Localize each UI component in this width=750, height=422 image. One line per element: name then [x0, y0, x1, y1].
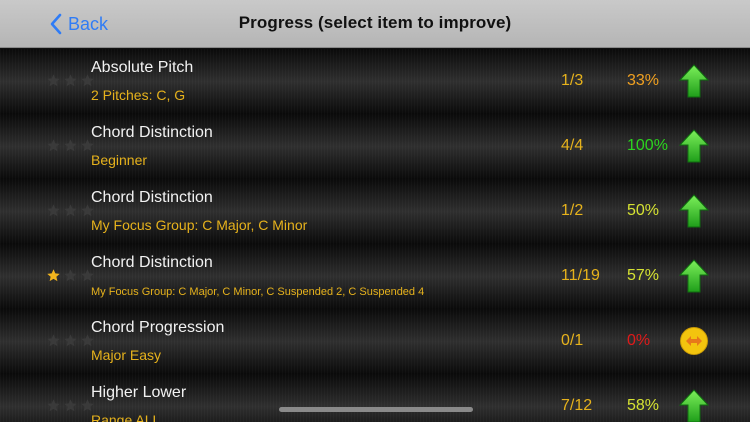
- exercise-detail: Beginner: [91, 152, 148, 168]
- exercise-name: Chord Distinction: [91, 189, 213, 206]
- star-empty-icon: [47, 399, 60, 412]
- arrow-up-icon[interactable]: [679, 259, 709, 293]
- star-empty-icon: [64, 334, 77, 347]
- score-count: 11/19: [561, 267, 600, 284]
- star-empty-icon: [47, 74, 60, 87]
- page-title: Progress (select item to improve): [238, 13, 512, 32]
- score-percent: 33%: [627, 72, 660, 89]
- star-filled-icon: [47, 269, 60, 282]
- arrow-up-icon[interactable]: [679, 64, 709, 98]
- exercise-detail: My Focus Group: C Major, C Minor: [91, 217, 308, 233]
- star-empty-icon: [64, 139, 77, 152]
- star-empty-icon: [64, 399, 77, 412]
- star-rating: [46, 333, 95, 349]
- star-empty-icon: [64, 74, 77, 87]
- star-rating: [46, 138, 95, 154]
- progress-row[interactable]: Chord Progression Major Easy 0/1 0%: [0, 309, 750, 374]
- star-empty-icon: [64, 204, 77, 217]
- star-empty-icon: [47, 139, 60, 152]
- star-rating: [46, 203, 95, 219]
- exercise-name: Higher Lower: [91, 384, 187, 401]
- home-indicator[interactable]: [279, 407, 473, 412]
- score-count: 0/1: [561, 332, 584, 349]
- exercise-detail: 2 Pitches: C, G: [91, 87, 186, 103]
- progress-row[interactable]: Higher Lower Range ALL 7/12 58%: [0, 374, 750, 422]
- star-rating: [46, 268, 95, 284]
- progress-row[interactable]: Chord Distinction Beginner 4/4 100%: [0, 114, 750, 179]
- score-percent: 58%: [627, 397, 660, 414]
- score-count: 1/2: [561, 202, 584, 219]
- star-empty-icon: [47, 334, 60, 347]
- exercise-detail: My Focus Group: C Major, C Minor, C Susp…: [91, 286, 425, 298]
- score-count: 1/3: [561, 72, 584, 89]
- navigation-bar: Back Progress (select item to improve): [0, 0, 750, 48]
- star-empty-icon: [64, 269, 77, 282]
- score-percent: 50%: [627, 202, 660, 219]
- score-percent: 100%: [627, 137, 668, 154]
- score-count: 7/12: [561, 397, 593, 414]
- exercise-detail: Range ALL: [91, 412, 161, 422]
- score-count: 4/4: [561, 137, 584, 154]
- star-rating: [46, 398, 95, 414]
- progress-row[interactable]: Absolute Pitch 2 Pitches: C, G 1/3 33%: [0, 49, 750, 114]
- star-empty-icon: [47, 204, 60, 217]
- exercise-name: Chord Distinction: [91, 124, 213, 141]
- exercise-name: Chord Progression: [91, 319, 225, 336]
- exercise-name: Chord Distinction: [91, 254, 213, 271]
- arrow-up-icon[interactable]: [679, 194, 709, 228]
- arrow-up-icon[interactable]: [679, 129, 709, 163]
- score-percent: 0%: [627, 332, 651, 349]
- exercise-detail: Major Easy: [91, 347, 162, 363]
- progress-row[interactable]: Chord Distinction My Focus Group: C Major…: [0, 244, 750, 309]
- progress-list: Absolute Pitch 2 Pitches: C, G 1/3 33% Chord…: [0, 48, 750, 422]
- arrow-up-icon[interactable]: [679, 389, 709, 422]
- progress-row[interactable]: Chord Distinction My Focus Group: C Major…: [0, 179, 750, 244]
- star-rating: [46, 73, 95, 89]
- score-percent: 57%: [627, 267, 660, 284]
- swap-horizontal-icon[interactable]: [679, 324, 709, 358]
- exercise-name: Absolute Pitch: [91, 59, 194, 76]
